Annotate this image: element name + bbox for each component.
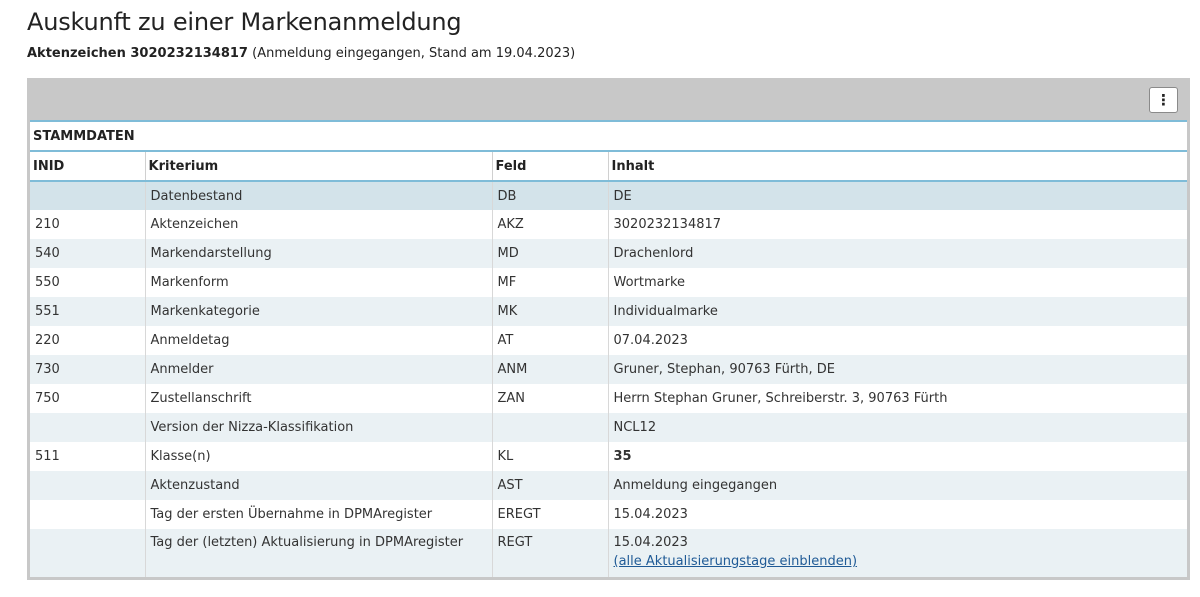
inid-cell: 220 [30,326,146,355]
table-row: Datenbestand DB DE [30,181,1187,210]
kriterium-cell: Version der Nizza-Klassifikation [145,413,493,442]
inhalt-cell: 15.04.2023 (alle Aktualisierungstage ein… [608,529,1187,577]
inhalt-cell: DE [608,181,1187,210]
result-panel: ⋮ STAMMDATEN INID Kriterium Feld Inhalt … [27,78,1190,580]
feld-cell: ZAN [492,384,609,413]
status-text: (Anmeldung eingegangen, Stand am 19.04.2… [252,46,576,61]
feld-cell: MF [492,268,609,297]
column-header-inhalt: Inhalt [608,152,1187,182]
inid-cell: 540 [30,239,146,268]
kriterium-cell: Anmelder [145,355,493,384]
vertical-dots-icon: ⋮ [1156,90,1171,109]
section-title: STAMMDATEN [30,122,1187,152]
inid-cell: 750 [30,384,146,413]
inhalt-cell: 15.04.2023 [608,500,1187,529]
inhalt-cell: NCL12 [608,413,1187,442]
table-row: 550 Markenform MF Wortmarke [30,268,1187,297]
inhalt-cell: Drachenlord [608,239,1187,268]
table-row: Aktenzustand AST Anmeldung eingegangen [30,471,1187,500]
kriterium-cell: Markenform [145,268,493,297]
kriterium-cell: Markenkategorie [145,297,493,326]
column-header-inid: INID [30,152,146,182]
table-row: 750 Zustellanschrift ZAN Herrn Stephan G… [30,384,1187,413]
inid-cell: 550 [30,268,146,297]
table-header-row: INID Kriterium Feld Inhalt [30,152,1187,182]
feld-cell: MK [492,297,609,326]
feld-cell: AST [492,471,609,500]
update-date: 15.04.2023 [613,535,688,550]
inid-cell [30,529,146,577]
inid-cell: 511 [30,442,146,471]
inid-cell [30,413,146,442]
feld-cell: EREGT [492,500,609,529]
kriterium-cell: Aktenzeichen [145,210,493,239]
inid-cell [30,181,146,210]
stammdaten-section: STAMMDATEN INID Kriterium Feld Inhalt Da… [30,120,1187,577]
inid-cell [30,471,146,500]
inhalt-cell: Herrn Stephan Gruner, Schreiberstr. 3, 9… [608,384,1187,413]
inid-cell: 551 [30,297,146,326]
table-row: 551 Markenkategorie MK Individualmarke [30,297,1187,326]
table-row: 540 Markendarstellung MD Drachenlord [30,239,1187,268]
table-row: 511 Klasse(n) KL 35 [30,442,1187,471]
inhalt-cell: 3020232134817 [608,210,1187,239]
feld-cell: DB [492,181,609,210]
show-all-update-days-link[interactable]: (alle Aktualisierungstage einblenden) [614,554,1188,569]
kriterium-cell: Tag der (letzten) Aktualisierung in DPMA… [145,529,493,577]
kriterium-cell: Datenbestand [145,181,493,210]
kriterium-cell: Aktenzustand [145,471,493,500]
inhalt-cell: Individualmarke [608,297,1187,326]
inhalt-cell: Wortmarke [608,268,1187,297]
inid-cell [30,500,146,529]
feld-cell: AT [492,326,609,355]
table-row: 210 Aktenzeichen AKZ 3020232134817 [30,210,1187,239]
kriterium-cell: Anmeldetag [145,326,493,355]
kriterium-cell: Zustellanschrift [145,384,493,413]
feld-cell [492,413,609,442]
inhalt-cell: 35 [608,442,1187,471]
feld-cell: AKZ [492,210,609,239]
table-row: 730 Anmelder ANM Gruner, Stephan, 90763 … [30,355,1187,384]
more-options-button[interactable]: ⋮ [1149,87,1178,113]
file-number-label: Aktenzeichen 3020232134817 [27,46,248,61]
table-row: Tag der ersten Übernahme in DPMAregister… [30,500,1187,529]
stammdaten-table: INID Kriterium Feld Inhalt Datenbestand … [30,152,1187,577]
table-row: 220 Anmeldetag AT 07.04.2023 [30,326,1187,355]
inhalt-cell: Gruner, Stephan, 90763 Fürth, DE [608,355,1187,384]
page-title: Auskunft zu einer Markenanmeldung [27,8,462,36]
column-header-feld: Feld [492,152,609,182]
feld-cell: KL [492,442,609,471]
inhalt-cell: Anmeldung eingegangen [608,471,1187,500]
kriterium-cell: Markendarstellung [145,239,493,268]
table-row: Tag der (letzten) Aktualisierung in DPMA… [30,529,1187,577]
feld-cell: ANM [492,355,609,384]
inid-cell: 730 [30,355,146,384]
feld-cell: REGT [492,529,609,577]
kriterium-cell: Klasse(n) [145,442,493,471]
inhalt-cell: 07.04.2023 [608,326,1187,355]
kriterium-cell: Tag der ersten Übernahme in DPMAregister [145,500,493,529]
file-reference: Aktenzeichen 3020232134817 (Anmeldung ei… [27,46,575,61]
inid-cell: 210 [30,210,146,239]
column-header-kriterium: Kriterium [145,152,493,182]
feld-cell: MD [492,239,609,268]
table-row: Version der Nizza-Klassifikation NCL12 [30,413,1187,442]
